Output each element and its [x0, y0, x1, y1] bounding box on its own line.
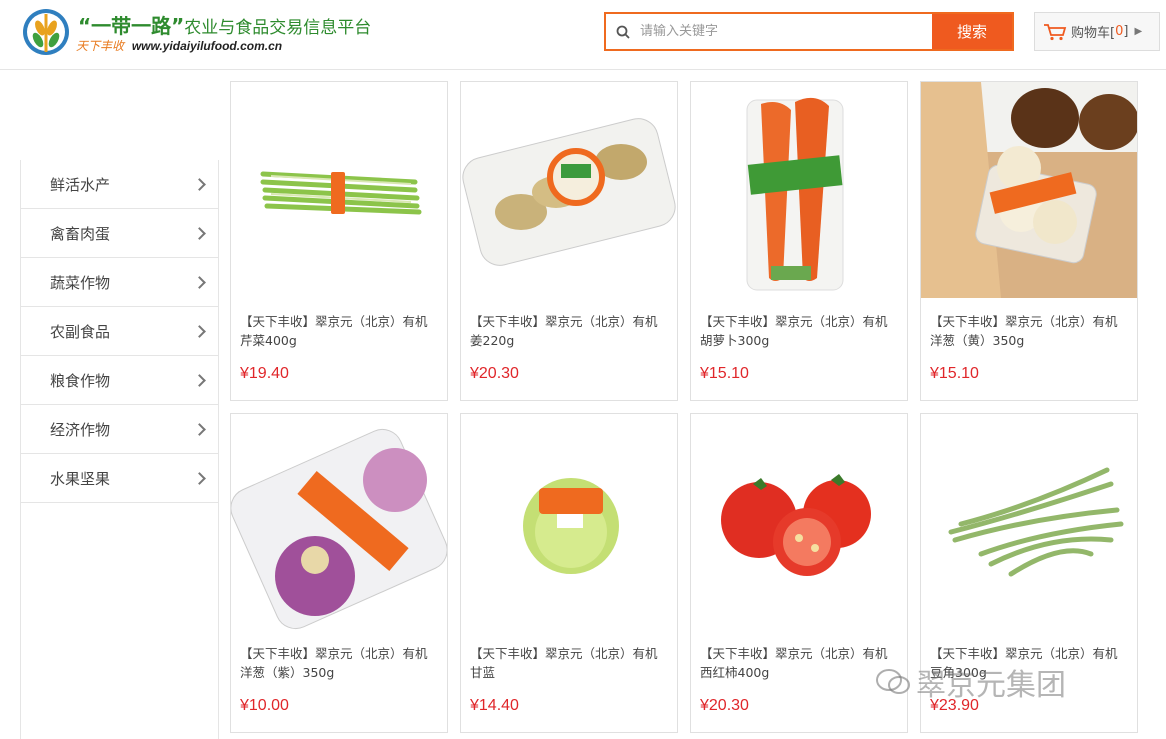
sidebar-item-grains[interactable]: 粮食作物: [21, 356, 218, 405]
product-name[interactable]: 【天下丰收】翠京元（北京）有机洋葱（紫）350g: [231, 644, 447, 682]
product-price: ¥20.30: [700, 697, 749, 714]
product-image[interactable]: [461, 414, 677, 630]
purple-onion-icon: [231, 428, 447, 630]
product-image[interactable]: [691, 414, 907, 630]
product-image[interactable]: [691, 82, 907, 298]
product-name[interactable]: 【天下丰收】翠京元（北京）有机姜220g: [461, 312, 677, 350]
chevron-right-icon: [193, 226, 206, 240]
chevron-right-icon: [193, 471, 206, 485]
chevron-right-icon: ▶: [1134, 26, 1143, 37]
product-name[interactable]: 【天下丰收】翠京元（北京）有机胡萝卜300g: [691, 312, 907, 350]
product-name[interactable]: 【天下丰收】翠京元（北京）有机西红柿400g: [691, 644, 907, 682]
cart-label-close: ]: [1123, 24, 1129, 39]
site-url: www.yidaiyilufood.com.cn: [131, 39, 283, 53]
cart-icon: [1044, 23, 1067, 40]
cabbage-icon: [523, 478, 619, 574]
sidebar-item-vegetables[interactable]: 蔬菜作物: [21, 258, 218, 307]
product-image[interactable]: [231, 82, 447, 298]
product-image[interactable]: [921, 414, 1137, 630]
watermark: 翠京元集团: [876, 660, 1066, 704]
product-image[interactable]: [921, 82, 1137, 298]
product-image[interactable]: [461, 82, 677, 298]
chevron-right-icon: [193, 373, 206, 387]
tomato-icon: [721, 474, 871, 576]
product-price: ¥15.10: [930, 365, 979, 382]
brand-subtitle: 天下丰收 www.yidaiyilufood.com.cn: [76, 37, 282, 54]
product-price: ¥14.40: [470, 697, 519, 714]
chevron-right-icon: [193, 324, 206, 338]
search-button[interactable]: 搜索: [932, 14, 1012, 49]
sidebar-item-label: 水果坚果: [50, 469, 111, 488]
green-beans-icon: [948, 467, 1124, 577]
product-price: ¥10.00: [240, 697, 289, 714]
brand-title: “一带一路”农业与食品交易信息平台: [78, 10, 371, 39]
wechat-icon: [876, 669, 910, 694]
brand-slogan: 天下丰收: [76, 39, 125, 53]
product-card[interactable]: 【天下丰收】翠京元（北京）有机甘蓝 ¥14.40: [460, 413, 678, 733]
logo-icon[interactable]: [22, 6, 70, 58]
sidebar-item-processed-food[interactable]: 农副食品: [21, 307, 218, 356]
sidebar-item-label: 经济作物: [50, 420, 111, 439]
yellow-onion-icon: [921, 82, 1137, 298]
site-header: “一带一路”农业与食品交易信息平台 天下丰收 www.yidaiyilufood…: [0, 0, 1166, 70]
chevron-right-icon: [193, 422, 206, 436]
product-name[interactable]: 【天下丰收】翠京元（北京）有机甘蓝: [461, 644, 677, 682]
chevron-right-icon: [193, 177, 206, 191]
sidebar-item-label: 粮食作物: [50, 371, 111, 390]
sidebar-item-cash-crops[interactable]: 经济作物: [21, 405, 218, 454]
sidebar-item-meat-eggs[interactable]: 禽畜肉蛋: [21, 209, 218, 258]
product-price: ¥15.10: [700, 365, 749, 382]
product-image[interactable]: [231, 414, 447, 630]
sidebar-item-label: 农副食品: [50, 322, 111, 341]
product-name[interactable]: 【天下丰收】翠京元（北京）有机芹菜400g: [231, 312, 447, 350]
category-sidebar: 鲜活水产 禽畜肉蛋 蔬菜作物 农副食品 粮食作物 经济作物 水果坚果: [20, 160, 219, 739]
search-bar: 搜索: [604, 12, 1014, 51]
carrot-icon: [746, 97, 844, 291]
product-price: ¥20.30: [470, 365, 519, 382]
sidebar-item-label: 禽畜肉蛋: [50, 224, 111, 243]
sidebar-item-aquatic[interactable]: 鲜活水产: [21, 160, 218, 209]
product-card[interactable]: 【天下丰收】翠京元（北京）有机姜220g ¥20.30: [460, 81, 678, 401]
chevron-right-icon: [193, 275, 206, 289]
cart-count: 0: [1115, 24, 1124, 39]
search-input[interactable]: [640, 14, 932, 49]
product-name[interactable]: 【天下丰收】翠京元（北京）有机洋葱（黄）350g: [921, 312, 1137, 350]
product-card[interactable]: 【天下丰收】翠京元（北京）有机洋葱（黄）350g ¥15.10: [920, 81, 1138, 401]
search-icon: [606, 14, 640, 49]
product-card[interactable]: 【天下丰收】翠京元（北京）有机胡萝卜300g ¥15.10: [690, 81, 908, 401]
ginger-icon: [462, 118, 676, 266]
brand-title-rest: 农业与食品交易信息平台: [184, 18, 372, 38]
sidebar-item-label: 鲜活水产: [50, 175, 111, 194]
sidebar-item-label: 蔬菜作物: [50, 273, 111, 292]
sidebar-item-fruits-nuts[interactable]: 水果坚果: [21, 454, 218, 503]
watermark-text: 翠京元集团: [916, 668, 1066, 703]
brand-title-quoted: “一带一路”: [78, 14, 185, 38]
product-card[interactable]: 【天下丰收】翠京元（北京）有机洋葱（紫）350g ¥10.00: [230, 413, 448, 733]
product-price: ¥19.40: [240, 365, 289, 382]
cart-label: 购物车[: [1071, 26, 1116, 41]
product-card[interactable]: 【天下丰收】翠京元（北京）有机芹菜400g ¥19.40: [230, 81, 448, 401]
cart-button[interactable]: 购物车[ 0 ] ▶: [1034, 12, 1160, 51]
celery-icon: [260, 171, 422, 215]
